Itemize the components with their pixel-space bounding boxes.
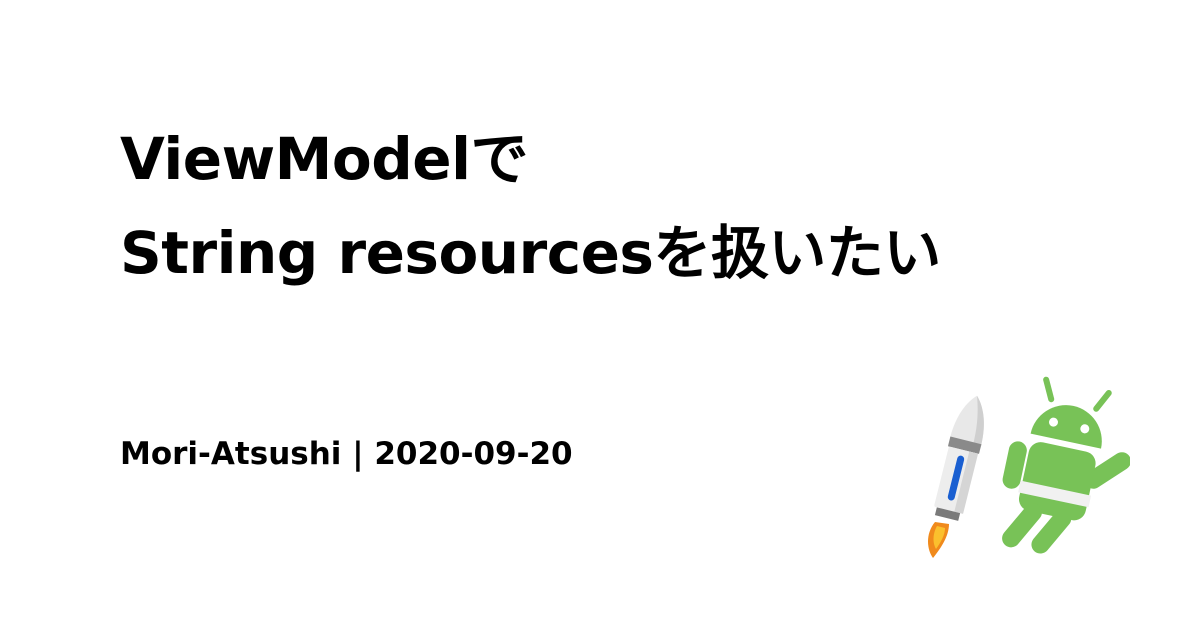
post-meta: Mori-Atsushi | 2020-09-20 — [120, 432, 573, 476]
publish-date: 2020-09-20 — [374, 436, 573, 472]
post-title-line-2: String resourcesを扱いたい — [120, 219, 941, 287]
author-name: Mori-Atsushi — [120, 436, 342, 472]
rocket-flame-icon — [928, 522, 949, 558]
android-jetpack-robot-icon — [928, 376, 1130, 558]
rocket-icon — [934, 395, 984, 521]
meta-separator: | — [352, 436, 364, 472]
android-robot-icon — [1002, 376, 1130, 554]
post-title-line-1: ViewModelで — [120, 125, 528, 193]
post-title: ViewModelで String resourcesを扱いたい — [120, 112, 941, 300]
